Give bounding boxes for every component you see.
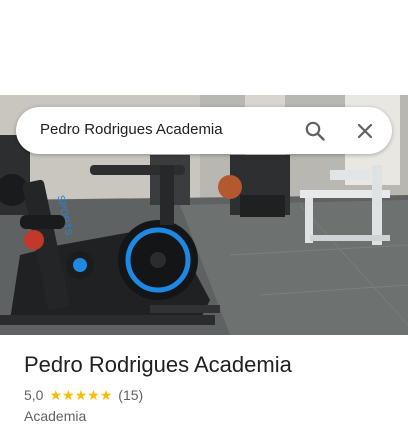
star-icon: ★ xyxy=(74,387,88,403)
reviews-count[interactable]: (15) xyxy=(118,387,143,403)
rating-row[interactable]: 5,0 ★ ★ ★ ★ ★ (15) xyxy=(24,387,143,403)
star-icon: ★ xyxy=(87,387,100,403)
rating-value: 5,0 xyxy=(24,387,44,403)
place-category: Academia xyxy=(24,408,87,424)
rating-stars: ★ ★ ★ ★ ★ xyxy=(49,388,112,402)
place-title[interactable]: Pedro Rodrigues Academia xyxy=(24,352,292,378)
star-icon: ★ xyxy=(49,387,63,403)
star-icon: ★ xyxy=(62,387,75,403)
search-query-text[interactable]: Pedro Rodrigues Academia xyxy=(40,121,223,138)
star-icon: ★ xyxy=(99,387,113,403)
close-icon[interactable] xyxy=(352,118,378,144)
search-icon[interactable] xyxy=(302,118,328,144)
search-bar[interactable]: Pedro Rodrigues Academia xyxy=(16,107,392,154)
